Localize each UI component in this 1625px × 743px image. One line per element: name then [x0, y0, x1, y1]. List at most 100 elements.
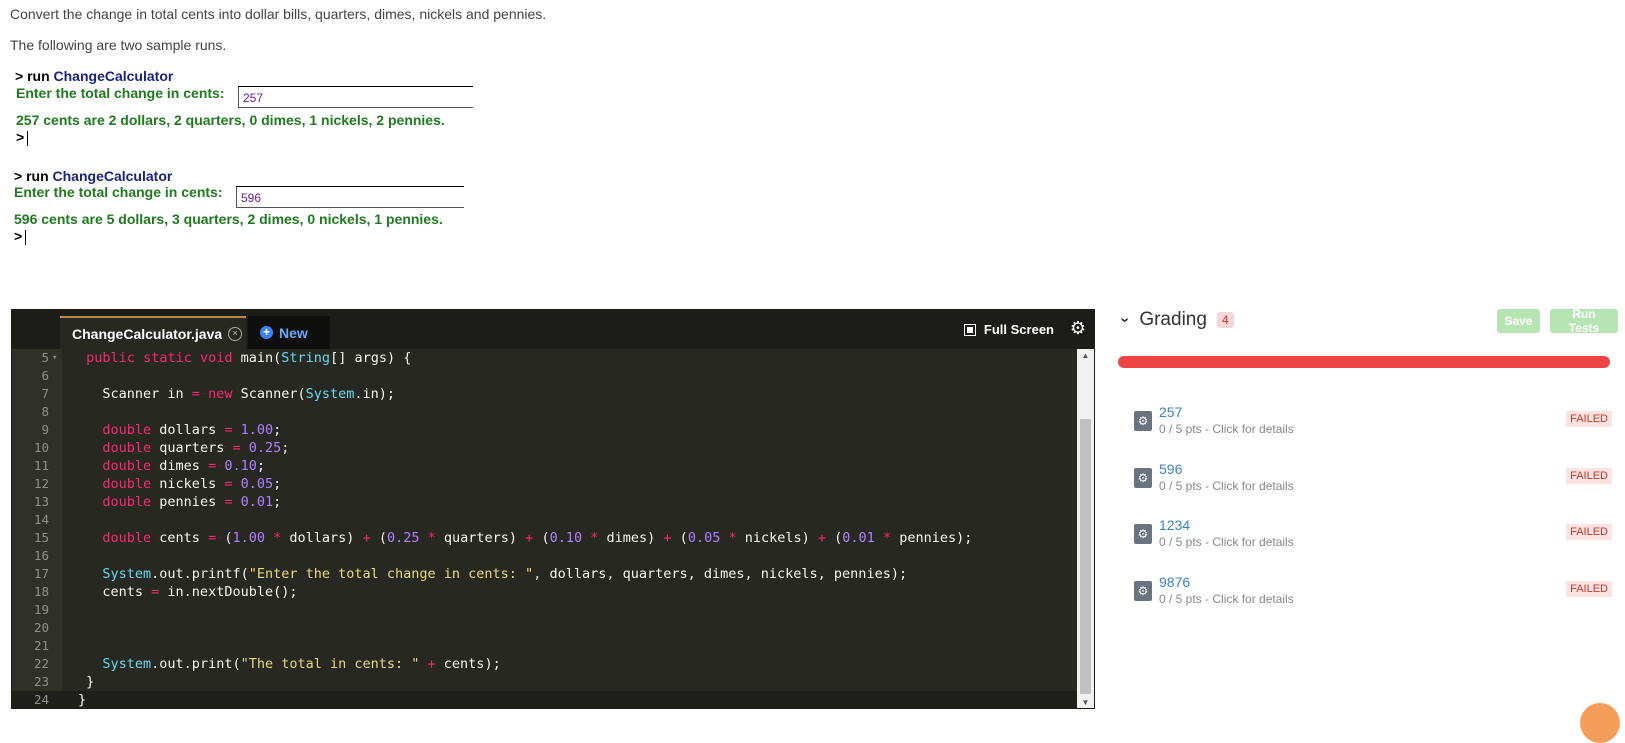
fullscreen-icon — [963, 323, 976, 336]
grading-progress-bar — [1118, 356, 1610, 368]
test-name[interactable]: 1234 — [1159, 517, 1190, 533]
line-number: 23 — [33, 674, 49, 689]
grading-count-badge: 4 — [1216, 312, 1234, 328]
line-number: 21 — [33, 638, 49, 653]
new-file-button[interactable]: + New — [248, 316, 330, 349]
scroll-up-icon[interactable]: ▲ — [1077, 351, 1094, 360]
test-case-row[interactable]: ⚙ 596 0 / 5 pts - Click for details FAIL… — [1134, 458, 1612, 498]
test-name[interactable]: 596 — [1159, 461, 1182, 477]
line-number: 11 — [33, 458, 49, 473]
plus-icon: + — [260, 326, 273, 339]
chevron-down-icon[interactable]: › — [1116, 317, 1134, 322]
test-gear-icon: ⚙ — [1134, 581, 1152, 601]
run-prompt-2: Enter the total change in cents: — [14, 184, 223, 200]
new-file-label: New — [279, 324, 308, 341]
gear-icon[interactable]: ⚙ — [1070, 318, 1086, 339]
run-prefix: > run — [15, 68, 54, 84]
run-prompt-1: Enter the total change in cents: — [16, 85, 225, 101]
run-input-2[interactable]: 596 — [236, 186, 464, 208]
line-number: 15 — [33, 530, 49, 545]
run-result-2: 596 cents are 5 dollars, 3 quarters, 2 d… — [14, 211, 443, 227]
line-number: 12 — [33, 476, 49, 491]
line-number: 17 — [33, 566, 49, 581]
run-class: ChangeCalculator — [52, 168, 173, 184]
code-editor[interactable]: ChangeCalculator.java × + New Full Scree… — [11, 309, 1095, 709]
console-cursor-2[interactable]: > — [14, 228, 27, 245]
run-command-1: > run ChangeCalculator — [15, 68, 173, 84]
run-input-1[interactable]: 257 — [238, 86, 473, 108]
line-number: 22 — [33, 656, 49, 671]
close-icon[interactable]: × — [228, 326, 243, 341]
line-number: 8 — [41, 404, 49, 419]
test-case-row[interactable]: ⚙ 9876 0 / 5 pts - Click for details FAI… — [1134, 571, 1612, 611]
code-line: cents = in.nextDouble(); — [78, 584, 298, 600]
test-name[interactable]: 9876 — [1159, 574, 1190, 590]
intro-sample-runs: The following are two sample runs. — [10, 37, 227, 53]
code-line: public static void main(String[] args) { — [86, 350, 412, 366]
console-prompt: > — [16, 129, 25, 145]
status-badge: FAILED — [1566, 411, 1612, 427]
code-line: double dollars = 1.00; — [102, 422, 282, 438]
line-number: 19 — [33, 602, 49, 617]
status-badge: FAILED — [1566, 581, 1612, 597]
grading-title: Grading — [1139, 309, 1207, 330]
line-number: 7 — [41, 386, 49, 401]
code-line: double quarters = 0.25; — [102, 440, 290, 456]
fullscreen-label: Full Screen — [983, 322, 1054, 337]
test-gear-icon: ⚙ — [1134, 524, 1152, 544]
console-cursor-1[interactable]: > — [16, 129, 29, 146]
test-detail[interactable]: 0 / 5 pts - Click for details — [1159, 535, 1294, 549]
intro-description: Convert the change in total cents into d… — [10, 6, 547, 22]
run-tests-button[interactable]: Run Tests — [1550, 307, 1618, 335]
run-prefix: > run — [14, 168, 53, 184]
test-case-row[interactable]: ⚙ 1234 0 / 5 pts - Click for details FAI… — [1134, 514, 1612, 554]
line-number: 20 — [33, 620, 49, 635]
line-number: 6 — [41, 368, 49, 383]
grading-header[interactable]: › Grading 4 — [1117, 309, 1234, 331]
code-line: System.out.print("The total in cents: " … — [102, 656, 501, 672]
status-badge: FAILED — [1566, 468, 1612, 484]
console-prompt: > — [14, 228, 23, 244]
line-number: 9 — [41, 422, 49, 437]
scrollbar-thumb[interactable] — [1080, 419, 1091, 694]
code-line: double nickels = 0.05; — [102, 476, 282, 492]
save-button[interactable]: Save — [1497, 309, 1540, 333]
line-number: 5 — [41, 350, 49, 365]
tab-label: ChangeCalculator.java — [72, 325, 223, 342]
run-class: ChangeCalculator — [53, 68, 174, 84]
test-detail[interactable]: 0 / 5 pts - Click for details — [1159, 422, 1294, 436]
scroll-down-icon[interactable]: ▼ — [1077, 698, 1094, 707]
test-detail[interactable]: 0 / 5 pts - Click for details — [1159, 479, 1294, 493]
test-gear-icon: ⚙ — [1134, 411, 1152, 431]
code-line: double cents = (1.00 * dollars) + (0.25 … — [102, 530, 973, 546]
line-number: 14 — [33, 512, 49, 527]
test-detail[interactable]: 0 / 5 pts - Click for details — [1159, 592, 1294, 606]
code-area[interactable]: 5 ▾ public static void main(String[] args… — [12, 349, 1077, 708]
fold-arrow-icon[interactable]: ▾ — [52, 349, 57, 367]
test-name[interactable]: 257 — [1159, 404, 1182, 420]
run-result-1: 257 cents are 2 dollars, 2 quarters, 0 d… — [16, 112, 445, 128]
line-number: 10 — [33, 440, 49, 455]
line-number: 13 — [33, 494, 49, 509]
line-number: 16 — [33, 548, 49, 563]
code-line: } — [78, 674, 95, 690]
tab-changecalculator-java[interactable]: ChangeCalculator.java × — [60, 316, 246, 349]
test-gear-icon: ⚙ — [1134, 468, 1152, 488]
code-line: System.out.printf("Enter the total chang… — [102, 566, 908, 582]
test-case-row[interactable]: ⚙ 257 0 / 5 pts - Click for details FAIL… — [1134, 401, 1612, 441]
run-command-2: > run ChangeCalculator — [14, 168, 172, 184]
fullscreen-button[interactable]: Full Screen — [963, 322, 1054, 337]
line-number: 24 — [33, 692, 49, 707]
code-line: double dimes = 0.10; — [102, 458, 266, 474]
editor-scrollbar[interactable]: ▲ ▼ — [1077, 349, 1094, 708]
help-chat-button[interactable] — [1580, 703, 1620, 743]
code-line: } — [78, 692, 87, 708]
line-number: 18 — [33, 584, 49, 599]
